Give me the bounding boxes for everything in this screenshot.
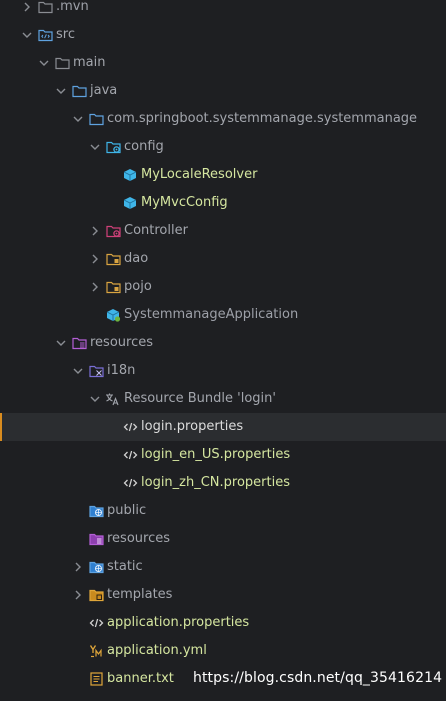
translate-icon (105, 392, 120, 406)
watermark-text: https://blog.csdn.net/qq_35416214 (193, 670, 443, 686)
tree-item-systemmanage-application[interactable]: SystemmanageApplication (0, 301, 446, 329)
resources-folder-icon (89, 532, 104, 546)
tree-item-label: public (107, 503, 147, 518)
tree-item-my-mvc-config[interactable]: MyMvcConfig (0, 189, 446, 217)
tree-item-label: resources (107, 531, 171, 546)
chevron-right-icon[interactable] (89, 245, 101, 273)
tree-item-label: application.yml (107, 643, 207, 658)
tree-item-java[interactable]: java (0, 77, 446, 105)
tree-item-label: Resource Bundle 'login' (124, 391, 276, 406)
tree-item-label: login_zh_CN.properties (141, 475, 291, 490)
chevron-down-icon[interactable] (55, 329, 67, 357)
chevron-down-icon[interactable] (21, 21, 33, 49)
project-tree: .mvn src main java com.springboot.system… (0, 0, 446, 693)
i18n-folder-icon (89, 364, 104, 378)
tree-item-label: static (107, 559, 143, 574)
tree-item-label: src (56, 27, 75, 42)
source-root-folder-icon (72, 84, 87, 98)
tree-item-dao[interactable]: dao (0, 245, 446, 273)
tree-item-label: i18n (107, 363, 136, 378)
tree-item-label: login.properties (141, 419, 244, 434)
tree-item-public[interactable]: public (0, 497, 446, 525)
tree-item-label: SystemmanageApplication (124, 307, 299, 322)
tree-item-login-properties[interactable]: login.properties (0, 413, 446, 441)
tree-item-package[interactable]: com.springboot.systemmanage.systemmanage (0, 105, 446, 133)
chevron-right-icon[interactable] (89, 217, 101, 245)
chevron-right-icon[interactable] (72, 581, 84, 609)
chevron-down-icon[interactable] (72, 357, 84, 385)
tree-item-label: dao (124, 251, 149, 266)
tree-item-label: com.springboot.systemmanage.systemmanage (107, 111, 418, 126)
templates-folder-icon (89, 588, 104, 602)
package-icon (89, 112, 104, 126)
tree-item-application-yml[interactable]: application.yml (0, 637, 446, 665)
chevron-right-icon[interactable] (72, 553, 84, 581)
properties-file-icon (123, 476, 138, 490)
tree-item-resources-inner[interactable]: resources (0, 525, 446, 553)
chevron-down-icon[interactable] (72, 105, 84, 133)
chevron-down-icon[interactable] (89, 385, 101, 413)
java-class-icon (123, 168, 138, 182)
tree-item-src[interactable]: src (0, 21, 446, 49)
tree-item-resource-bundle[interactable]: Resource Bundle 'login' (0, 385, 446, 413)
config-folder-icon (106, 140, 121, 154)
resources-root-folder-icon (72, 336, 87, 350)
tree-item-templates[interactable]: templates (0, 581, 446, 609)
tree-item-static[interactable]: static (0, 553, 446, 581)
chevron-down-icon[interactable] (38, 49, 50, 77)
controller-folder-icon (106, 224, 121, 238)
tree-item-label: banner.txt (107, 671, 174, 686)
tree-item-label: login_en_US.properties (141, 447, 291, 462)
text-file-icon (89, 672, 104, 686)
tree-item-label: config (124, 139, 164, 154)
tree-item-controller[interactable]: Controller (0, 217, 446, 245)
web-folder-icon (89, 560, 104, 574)
java-class-icon (123, 196, 138, 210)
tree-item-label: application.properties (107, 615, 250, 630)
folder-icon (38, 0, 53, 14)
chevron-right-icon[interactable] (21, 0, 33, 21)
tree-item-label: MyLocaleResolver (141, 167, 258, 182)
folder-icon (55, 56, 70, 70)
chevron-down-icon[interactable] (89, 133, 101, 161)
tree-item-main[interactable]: main (0, 49, 446, 77)
tree-item-label: pojo (124, 279, 152, 294)
tree-item-config[interactable]: config (0, 133, 446, 161)
tree-item-login-en-us[interactable]: login_en_US.properties (0, 441, 446, 469)
chevron-down-icon[interactable] (55, 77, 67, 105)
tree-item-application-properties[interactable]: application.properties (0, 609, 446, 637)
tree-item-resources[interactable]: resources (0, 329, 446, 357)
tree-item-mvn[interactable]: .mvn (0, 0, 446, 21)
dao-folder-icon (106, 252, 121, 266)
tree-item-pojo[interactable]: pojo (0, 273, 446, 301)
tree-item-i18n[interactable]: i18n (0, 357, 446, 385)
source-folder-icon (38, 28, 53, 42)
tree-item-label: main (73, 55, 106, 70)
tree-item-label: java (90, 83, 118, 98)
pojo-folder-icon (106, 280, 121, 294)
properties-file-icon (89, 616, 104, 630)
web-folder-icon (89, 504, 104, 518)
tree-item-label: Controller (124, 223, 188, 238)
properties-file-icon (123, 420, 138, 434)
properties-file-icon (123, 448, 138, 462)
tree-item-my-locale-resolver[interactable]: MyLocaleResolver (0, 161, 446, 189)
tree-item-label: MyMvcConfig (141, 195, 228, 210)
tree-item-label: .mvn (56, 0, 89, 14)
tree-item-login-zh-cn[interactable]: login_zh_CN.properties (0, 469, 446, 497)
tree-item-label: templates (107, 587, 173, 602)
yaml-file-icon (89, 644, 104, 658)
chevron-right-icon[interactable] (89, 273, 101, 301)
tree-item-label: resources (90, 335, 154, 350)
spring-boot-app-icon (106, 308, 121, 322)
